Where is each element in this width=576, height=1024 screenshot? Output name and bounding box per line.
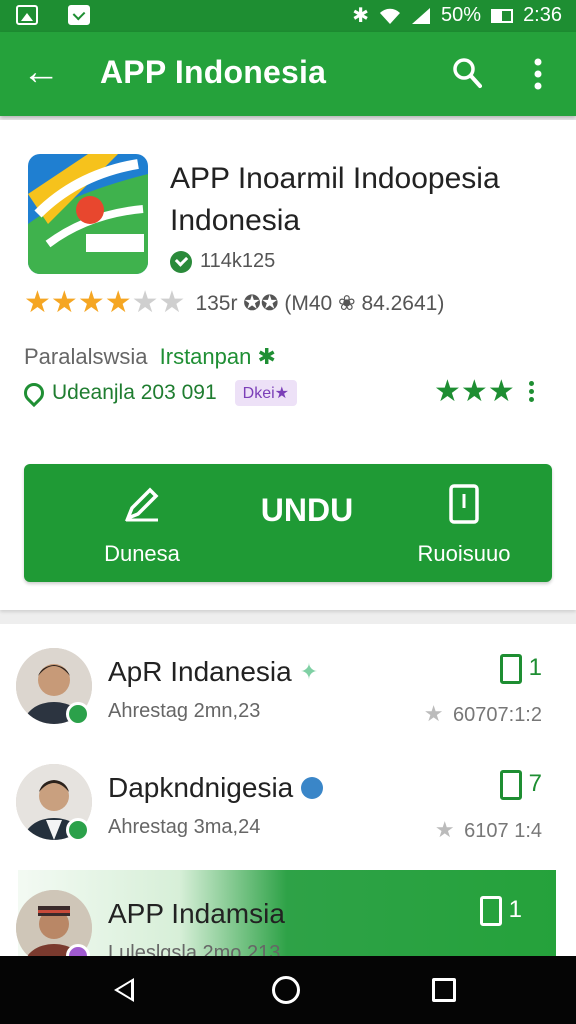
row-subtitle: Ahrestag 3ma,24 — [108, 816, 261, 838]
back-arrow-icon[interactable]: ← — [22, 52, 60, 92]
rating-text: 135r ✪✪ (M40 ❀ 84.2641) — [195, 291, 445, 315]
editor-badge: Dkei★ — [234, 380, 297, 406]
phone-outline-icon[interactable] — [480, 896, 503, 926]
sparkle-icon: ✦ — [299, 659, 319, 684]
update-row: Udeanjla 203 091 Dkei★ — [19, 378, 297, 408]
online-badge-icon — [66, 702, 90, 726]
more-vert-icon[interactable] — [526, 54, 550, 94]
star-icon: ★ — [50, 286, 78, 319]
location-pin-icon — [19, 378, 49, 408]
right-action-label: Ruoisuuo — [417, 541, 511, 566]
row-rating: ★ 6107 1:4 — [435, 817, 542, 843]
left-action-label: Dunesa — [104, 541, 180, 566]
star-icon: ★ — [460, 375, 488, 408]
status-left-icons — [16, 5, 90, 25]
signal-icon — [412, 7, 431, 24]
nav-back-icon[interactable] — [114, 978, 134, 1002]
category-label: Paralalswsia — [24, 344, 148, 369]
row-right: 1 — [480, 896, 522, 931]
row-subtitle: Ahrestag 2mn,23 — [108, 700, 261, 722]
app-list: ApR Indanesia ✦ Ahrestag 2mn,23 1 ★ 6070… — [0, 624, 576, 986]
row-count: 7 — [528, 770, 542, 797]
battery-text: 50% — [441, 4, 482, 26]
updated-text: Udeanjla 203 091 — [52, 381, 217, 404]
rating-stars: ★★★★★★ — [24, 288, 185, 318]
star-icon: ★ — [487, 375, 515, 408]
star-icon: ★ — [77, 286, 105, 319]
install-label: UNDU — [260, 492, 354, 528]
row-title: ApR Indanesia ✦ — [108, 656, 318, 688]
list-item[interactable]: Dapkndnigesia Ahrestag 3ma,24 7 ★ 6107 1… — [0, 744, 576, 860]
bluetooth-icon: ✱ — [352, 5, 370, 27]
row-rating-text: 6107 1:4 — [464, 820, 542, 842]
star-icon: ★ — [131, 286, 159, 319]
list-item[interactable]: ApR Indanesia ✦ Ahrestag 2mn,23 1 ★ 6070… — [0, 628, 576, 744]
row-title-text: Dapkndnigesia — [108, 772, 294, 803]
online-badge-icon — [66, 818, 90, 842]
row-title: Dapkndnigesia — [108, 772, 324, 804]
row-count: 1 — [528, 654, 542, 681]
app-name: APP Inoarmil Indoopesia Indonesia — [170, 162, 500, 237]
row-rating-text: 60707:1:2 — [453, 704, 542, 726]
app-bar: ← APP Indonesia — [0, 32, 576, 116]
status-right-icons: ✱ 50% 2:36 — [352, 3, 562, 28]
wifi-icon — [380, 8, 401, 24]
green-rating: ★★★ — [434, 374, 534, 409]
green-stars: ★★★ — [434, 374, 515, 409]
downloads-count: 114k125 — [200, 250, 276, 272]
app-detail-card: APP Inoarmil Indoopesia Indonesia 114k12… — [0, 120, 576, 610]
phone-icon — [449, 484, 479, 524]
pen-icon — [124, 487, 159, 522]
star-icon: ★ — [423, 701, 444, 726]
downloads: 114k125 — [170, 250, 275, 273]
search-icon[interactable] — [452, 56, 482, 90]
nav-home-icon[interactable] — [272, 976, 300, 1004]
category-value[interactable]: Irstanpan ✱ — [160, 344, 276, 369]
row-title-text: APP Indamsia — [108, 898, 285, 929]
verified-icon — [301, 777, 324, 799]
image-icon — [16, 5, 38, 25]
star-icon: ★ — [158, 286, 186, 319]
right-action[interactable]: Ruoisuuo — [384, 484, 544, 567]
row-title-text: ApR Indanesia — [108, 656, 292, 687]
left-action[interactable]: Dunesa — [92, 484, 192, 567]
row-title: APP Indamsia — [108, 898, 285, 930]
clock: 2:36 — [523, 4, 562, 26]
star-icon: ★ — [104, 286, 132, 319]
more-vert-icon[interactable] — [528, 381, 534, 402]
row-right: 7 ★ 6107 1:4 — [435, 770, 542, 843]
phone-outline-icon[interactable] — [500, 654, 523, 684]
star-icon: ★ — [434, 817, 455, 842]
battery-icon — [491, 8, 514, 23]
mail-icon — [68, 5, 90, 25]
star-icon: ★ — [434, 375, 461, 408]
star-icon: ★ — [24, 286, 51, 319]
phone-outline-icon[interactable] — [500, 770, 523, 800]
row-right: 1 ★ 60707:1:2 — [424, 654, 542, 727]
verified-download-icon — [170, 250, 192, 273]
page-title: APP Indonesia — [100, 54, 327, 90]
row-count: 1 — [508, 896, 522, 923]
install-button[interactable]: Dunesa UNDU Ruoisuuo — [24, 464, 552, 582]
rating-row: ★★★★★★ 135r ✪✪ (M40 ❀ 84.2641) — [24, 288, 444, 318]
row-rating: ★ 60707:1:2 — [424, 701, 542, 727]
system-nav-bar — [0, 956, 576, 1024]
app-logo-icon — [28, 154, 148, 274]
category-row: Paralalswsia Irstanpan ✱ — [24, 344, 276, 370]
status-bar: ✱ 50% 2:36 — [0, 0, 576, 32]
nav-recent-icon[interactable] — [432, 978, 456, 1002]
